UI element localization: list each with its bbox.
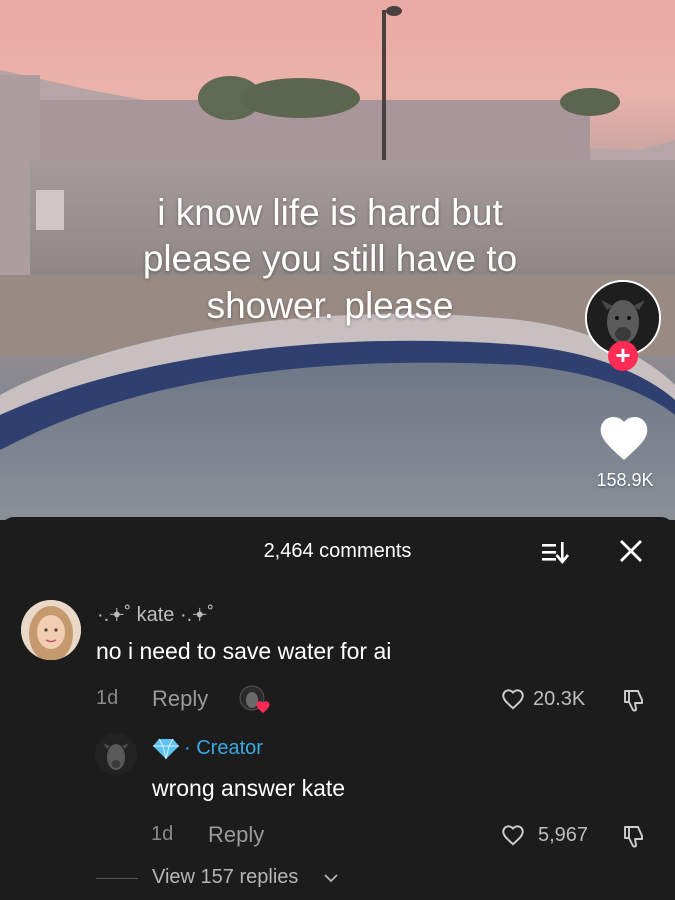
comment-username[interactable]: ·.𖥔˚ kate ·.𖥔˚	[97, 600, 214, 627]
like-count: 158.9K	[596, 470, 654, 490]
creator-liked-badge	[238, 684, 272, 716]
dog-avatar-icon	[95, 733, 137, 775]
sort-icon[interactable]	[540, 538, 570, 566]
caption-line: shower. please	[206, 284, 454, 326]
divider	[96, 878, 138, 879]
close-icon[interactable]	[617, 537, 645, 565]
chevron-down-icon[interactable]	[323, 872, 339, 884]
heart-icon[interactable]	[500, 686, 526, 712]
creator-label: · Creator	[184, 737, 263, 759]
dislike-icon[interactable]	[620, 822, 648, 850]
reply-button[interactable]: Reply	[152, 686, 208, 712]
avatar[interactable]	[21, 600, 81, 660]
comment-like-count: 20.3K	[533, 688, 586, 710]
avatar[interactable]	[95, 733, 137, 775]
video-player[interactable]: i know life is hard but please you still…	[0, 0, 675, 520]
view-replies-button[interactable]: View 157 replies	[152, 866, 298, 889]
heart-icon[interactable]	[500, 822, 526, 848]
comments-count: 2,464 comments	[263, 540, 412, 562]
caption-line: i know life is hard but	[157, 192, 503, 233]
caption-line: please you still have to	[142, 238, 518, 280]
reply-text: wrong answer kate	[152, 775, 346, 801]
user-avatar-icon	[21, 600, 81, 660]
reply-button[interactable]: Reply	[208, 822, 264, 848]
dislike-icon[interactable]	[620, 686, 648, 714]
creator-liked-icon	[239, 685, 270, 713]
reply-age: 1d	[151, 823, 174, 845]
follow-plus-button[interactable]: +	[608, 341, 638, 371]
comment-text: no i need to save water for ai	[96, 638, 392, 664]
diamond-icon	[153, 738, 179, 760]
reply-like-count: 5,967	[538, 824, 589, 846]
video-caption: i know life is hard but please you still…	[60, 190, 600, 329]
heart-icon[interactable]	[596, 410, 652, 466]
comment-age: 1d	[96, 687, 119, 709]
